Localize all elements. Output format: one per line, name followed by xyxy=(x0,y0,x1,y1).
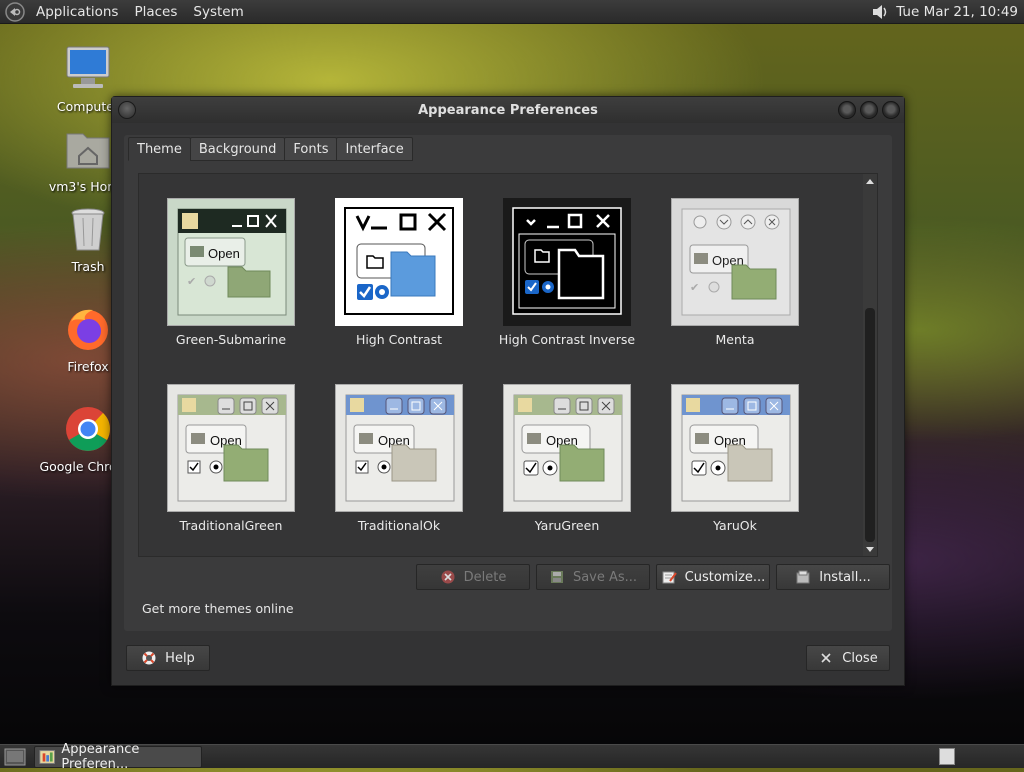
close-window-button[interactable] xyxy=(882,101,900,119)
workspace-switcher[interactable] xyxy=(939,748,955,765)
theme-name: YaruOk xyxy=(713,518,757,533)
customize-icon xyxy=(662,571,677,584)
save-as-button-label: Save As... xyxy=(572,569,638,585)
theme-yarugreen[interactable]: Open YaruGreen xyxy=(483,384,651,533)
taskbar-label: Appearance Preferen... xyxy=(61,741,140,772)
theme-list[interactable]: Open ✔ Green-Submarine High Contrast Hig… xyxy=(138,173,878,557)
svg-text:✔: ✔ xyxy=(690,281,699,294)
theme-thumbnail: Open ✔ xyxy=(671,198,799,326)
theme-thumbnail xyxy=(335,198,463,326)
appearance-app-icon xyxy=(39,749,55,764)
system-menu[interactable]: System xyxy=(185,4,251,20)
applications-menu[interactable]: Applications xyxy=(28,4,126,20)
theme-thumbnail: Open ✔ xyxy=(167,198,295,326)
theme-green-submarine[interactable]: Open ✔ Green-Submarine xyxy=(147,198,315,347)
minimize-button[interactable] xyxy=(838,101,856,119)
firefox-icon xyxy=(68,309,108,350)
tab-bar-row: Theme Background Fonts Interface xyxy=(128,137,413,161)
computer-icon xyxy=(66,46,110,88)
theme-yaruok[interactable]: Open YaruOk xyxy=(651,384,819,533)
maximize-button[interactable] xyxy=(860,101,878,119)
places-menu[interactable]: Places xyxy=(126,4,185,20)
tab-fonts[interactable]: Fonts xyxy=(284,137,338,161)
help-icon xyxy=(142,651,156,665)
install-button-label: Install... xyxy=(819,569,871,585)
tab-theme[interactable]: Theme xyxy=(128,137,191,161)
theme-thumbnail: Open xyxy=(335,384,463,512)
install-button[interactable]: Install... xyxy=(776,564,890,590)
install-icon xyxy=(796,570,810,584)
theme-name: TraditionalGreen xyxy=(179,518,283,533)
theme-thumbnail: Open xyxy=(167,384,295,512)
bottom-panel: Appearance Preferen... xyxy=(0,742,1024,772)
customize-button[interactable]: Customize... xyxy=(656,564,770,590)
save-as-icon xyxy=(550,571,563,583)
help-button[interactable]: Help xyxy=(126,645,210,671)
tab-background[interactable]: Background xyxy=(189,137,286,161)
delete-button-label: Delete xyxy=(463,569,507,585)
clock[interactable]: Tue Mar 21, 10:49 xyxy=(890,4,1024,20)
theme-name: Menta xyxy=(715,332,755,347)
theme-traditionalgreen[interactable]: Open TraditionalGreen xyxy=(147,384,315,533)
appearance-preferences-window: Appearance Preferences Open ✔ Green-Subm… xyxy=(111,96,905,686)
trash-icon xyxy=(71,208,105,251)
delete-icon xyxy=(441,570,455,584)
close-icon xyxy=(821,653,831,663)
theme-thumbnail: Open xyxy=(503,384,631,512)
theme-name: High Contrast Inverse xyxy=(498,332,636,347)
close-button[interactable]: Close xyxy=(806,645,890,671)
close-button-label: Close xyxy=(842,650,878,666)
theme-menta[interactable]: Open ✔ Menta xyxy=(651,198,819,347)
mate-logo-icon[interactable] xyxy=(4,1,26,23)
show-desktop-icon[interactable] xyxy=(4,748,26,766)
theme-thumbnail xyxy=(503,198,631,326)
scrollbar-thumb[interactable] xyxy=(865,308,875,542)
save-as-button[interactable]: Save As... xyxy=(536,564,650,590)
window-menu-button[interactable] xyxy=(118,101,136,119)
theme-traditionalok[interactable]: Open TraditionalOk xyxy=(315,384,483,533)
scroll-down-arrow-icon[interactable] xyxy=(866,547,874,552)
theme-name: YaruGreen xyxy=(534,518,600,533)
theme-high-contrast-inverse[interactable]: High Contrast Inverse xyxy=(483,198,651,347)
chrome-icon xyxy=(66,407,110,451)
theme-name: Green-Submarine xyxy=(175,332,287,347)
volume-icon[interactable] xyxy=(870,2,890,22)
window-title: Appearance Preferences xyxy=(418,102,598,118)
thumb-open-text: Open xyxy=(208,246,240,261)
help-button-label: Help xyxy=(165,650,195,666)
theme-name: High Contrast xyxy=(355,332,443,347)
theme-list-scrollbar[interactable] xyxy=(863,174,877,556)
theme-high-contrast[interactable]: High Contrast xyxy=(315,198,483,347)
svg-text:✔: ✔ xyxy=(187,275,196,288)
content-panel: Open ✔ Green-Submarine High Contrast Hig… xyxy=(124,135,892,631)
home-folder-icon xyxy=(66,133,110,169)
customize-button-label: Customize... xyxy=(684,569,766,585)
titlebar[interactable]: Appearance Preferences xyxy=(112,97,904,123)
get-more-themes-link[interactable]: Get more themes online xyxy=(142,601,294,616)
delete-button[interactable]: Delete xyxy=(416,564,530,590)
theme-thumbnail: Open xyxy=(671,384,799,512)
theme-name: TraditionalOk xyxy=(357,518,441,533)
tab-interface[interactable]: Interface xyxy=(336,137,413,161)
taskbar-appearance-preferences[interactable]: Appearance Preferen... xyxy=(34,742,202,772)
top-panel: Applications Places System Tue Mar 21, 1… xyxy=(0,0,1024,24)
scroll-up-arrow-icon[interactable] xyxy=(866,179,874,184)
